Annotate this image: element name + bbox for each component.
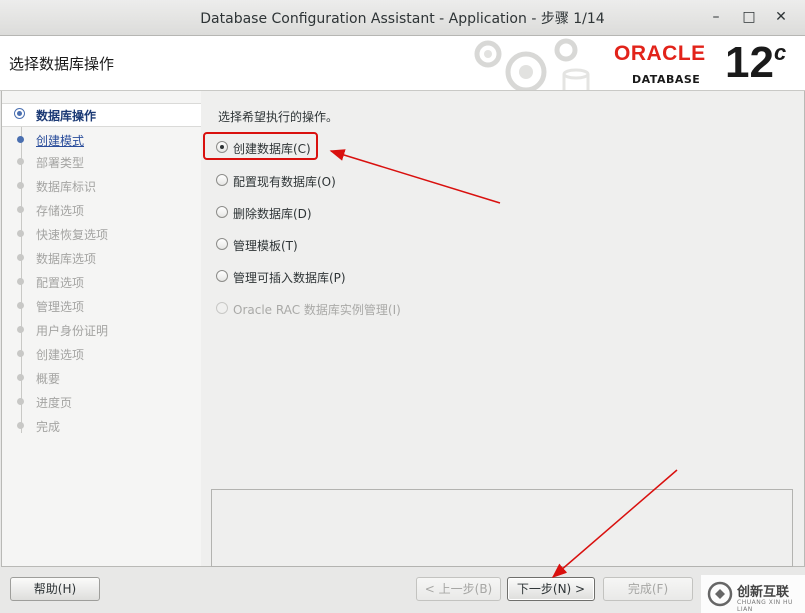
nav-step-management-options: 管理选项 <box>2 295 201 317</box>
radio-button[interactable] <box>216 238 228 250</box>
nav-step-database-operation[interactable]: 数据库操作 <box>2 103 201 127</box>
nav-step-summary: 概要 <box>2 367 201 389</box>
close-button[interactable]: ✕ <box>771 7 791 27</box>
step-dot-icon <box>17 350 24 357</box>
minimize-button[interactable]: – <box>706 7 726 27</box>
nav-step-creation-option: 创建选项 <box>2 343 201 365</box>
step-dot-icon <box>17 206 24 213</box>
step-dot-icon <box>17 302 24 309</box>
step-dot-icon <box>17 278 24 285</box>
gears-decoration-icon <box>474 38 590 90</box>
nav-step-user-credentials: 用户身份证明 <box>2 319 201 341</box>
instruction-text: 选择希望执行的操作。 <box>218 110 339 124</box>
step-dot-icon <box>17 254 24 261</box>
page-title: 选择数据库操作 <box>9 55 115 73</box>
step-dot-icon <box>17 326 24 333</box>
next-button[interactable]: 下一步(N) > <box>507 577 595 601</box>
radio-button[interactable] <box>216 174 228 186</box>
nav-step-configuration-options: 配置选项 <box>2 271 201 293</box>
radio-button[interactable] <box>216 270 228 282</box>
step-navigation: 数据库操作 创建模式 部署类型 数据库标识 存储选项 快速恢复选项 数据库选项 … <box>1 91 202 567</box>
help-button[interactable]: 帮助(H) <box>10 577 100 601</box>
maximize-button[interactable]: □ <box>739 7 759 27</box>
step-dot-icon <box>17 158 24 165</box>
nav-step-progress-page: 进度页 <box>2 391 201 413</box>
step-dot-icon <box>17 398 24 405</box>
watermark: 创新互联 CHUANG XIN HU LIAN <box>701 575 805 613</box>
window-titlebar[interactable]: Database Configuration Assistant - Appli… <box>0 0 805 36</box>
step-dot-icon <box>17 136 24 143</box>
step-dot-icon <box>17 182 24 189</box>
nav-step-creation-mode[interactable]: 创建模式 <box>2 129 201 151</box>
nav-step-fast-recovery-option: 快速恢复选项 <box>2 223 201 245</box>
step-dot-icon <box>17 374 24 381</box>
description-area <box>211 489 793 567</box>
window-title: Database Configuration Assistant - Appli… <box>200 11 605 27</box>
radio-button-disabled <box>216 302 228 314</box>
radio-button[interactable] <box>216 206 228 218</box>
current-step-icon <box>14 108 25 119</box>
nav-step-database-identification: 数据库标识 <box>2 175 201 197</box>
oracle-logo: ORACLE DATABASE <box>614 42 706 86</box>
nav-step-finish: 完成 <box>2 415 201 437</box>
nav-step-storage-option: 存储选项 <box>2 199 201 221</box>
back-button: < 上一步(B) <box>416 577 501 601</box>
main-panel: 选择希望执行的操作。 创建数据库(C) 配置现有数据库(O) 删除数据库(D) … <box>201 91 805 567</box>
version-logo: 12c <box>725 38 787 87</box>
step-dot-icon <box>17 230 24 237</box>
nav-step-database-options: 数据库选项 <box>2 247 201 269</box>
nav-step-deployment-type: 部署类型 <box>2 151 201 173</box>
watermark-logo-icon <box>707 581 733 607</box>
step-dot-icon <box>17 422 24 429</box>
radio-button-checked[interactable] <box>216 141 228 153</box>
finish-button: 完成(F) <box>603 577 693 601</box>
header-banner: 选择数据库操作 ORACLE DATABASE 12c <box>0 36 805 91</box>
